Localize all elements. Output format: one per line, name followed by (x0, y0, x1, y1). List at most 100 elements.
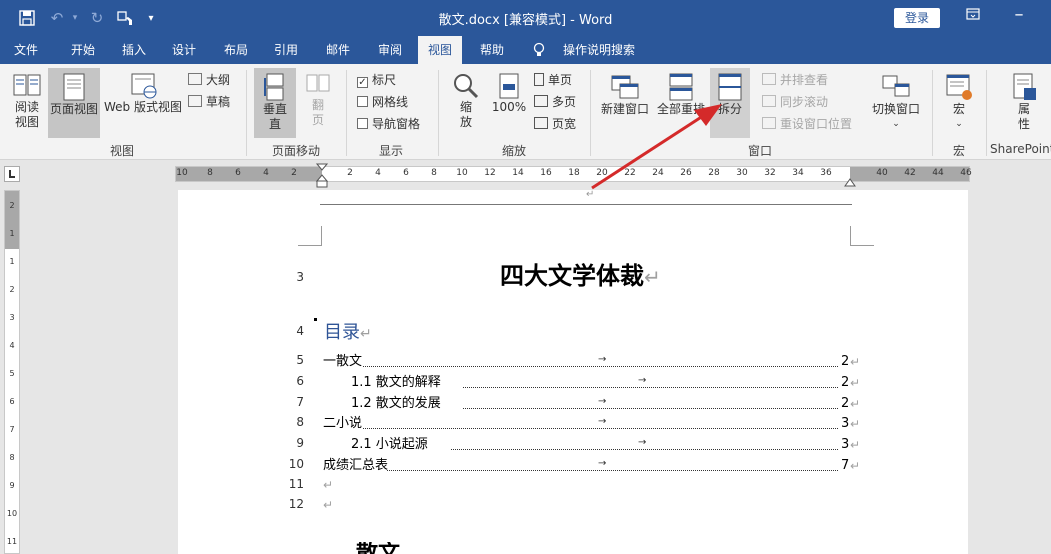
indent-markers[interactable] (315, 163, 329, 189)
zoom-100-button[interactable]: 100% (490, 72, 528, 115)
multiple-pages-button[interactable]: 多页 (534, 92, 576, 112)
vruler-tick-label: 7 (9, 425, 15, 434)
ruler-tick-label: 44 (932, 168, 944, 178)
separator (932, 70, 933, 156)
tab-home[interactable]: 开始 (62, 36, 104, 64)
tab-mailings[interactable]: 邮件 (318, 36, 358, 64)
separator (438, 70, 439, 156)
tab-references[interactable]: 引用 (266, 36, 306, 64)
toc-entry[interactable]: 1.2 散文的发展 (351, 394, 441, 414)
read-mode-button[interactable]: 阅读 视图 (8, 72, 46, 130)
tab-view[interactable]: 视图 (418, 36, 462, 64)
page-move-group-label: 页面移动 (271, 144, 320, 158)
return-mark: ↵ (850, 417, 861, 432)
vruler-tick-label: 9 (9, 481, 15, 490)
empty-paragraph: ↵ (323, 478, 334, 492)
ruler-tick-label: 30 (736, 168, 748, 178)
ruler-tick-label: 6 (403, 168, 409, 178)
paragraph-marker (314, 318, 317, 321)
side-to-side-button[interactable]: 翻 页 (300, 72, 336, 128)
navigation-pane-checkbox[interactable]: 导航窗格 (357, 114, 420, 134)
separator (346, 70, 347, 156)
separator (246, 70, 247, 156)
checkbox-checked-icon: ✓ (357, 77, 368, 88)
toc-page-number: 3 (841, 437, 850, 453)
ruler-tick-label: 10 (456, 168, 468, 178)
ribbon-display-options-icon[interactable] (962, 8, 984, 28)
line-number: 3 (296, 270, 304, 284)
ruler-tick-label: 6 (235, 168, 241, 178)
return-mark: ↵ (850, 438, 861, 453)
read-mode-icon (13, 74, 41, 96)
minimize-icon[interactable]: – (1008, 4, 1030, 25)
side-to-side-icon (306, 74, 330, 92)
chevron-down-icon: ⌄ (955, 119, 963, 129)
tab-selector-icon[interactable] (4, 166, 20, 182)
properties-button[interactable]: 属 性 (1004, 72, 1044, 132)
login-button[interactable]: 登录 (894, 8, 940, 28)
toc-page-number: 2 (841, 374, 850, 390)
page-width-button[interactable]: 页宽 (534, 114, 576, 134)
zoom-100-icon (499, 73, 519, 99)
toc-entry[interactable]: 二小说 (323, 414, 362, 434)
one-page-button[interactable]: 单页 (534, 70, 572, 90)
vertical-button[interactable]: 垂直 直 (254, 68, 296, 138)
toc-entry[interactable]: 2.1 小说起源 (351, 435, 428, 455)
ruler-tick-label: 14 (512, 168, 524, 178)
reset-position-icon (762, 117, 776, 129)
vruler-tick-label: 1 (9, 257, 15, 266)
macros-button[interactable]: 宏 ⌄ (940, 72, 978, 132)
synchronous-scrolling-button[interactable]: 同步滚动 (762, 92, 828, 112)
tab-review[interactable]: 审阅 (370, 36, 410, 64)
toc-entry[interactable]: 1.1 散文的解释 (351, 373, 441, 393)
header-line (320, 204, 852, 205)
gridlines-checkbox[interactable]: 网格线 (357, 92, 408, 112)
view-side-by-side-button[interactable]: 并排查看 (762, 70, 828, 90)
page-width-icon (534, 117, 548, 129)
margin-corner-right (850, 226, 874, 246)
return-mark: ↵ (850, 355, 861, 369)
reset-window-position-button[interactable]: 重设窗口位置 (762, 114, 852, 134)
document-title-heading: 四大文学体裁↵ (500, 262, 661, 290)
vertical-ruler[interactable]: 2 1 1 2 3 4 5 6 7 8 9 10 11 (4, 190, 20, 554)
line-number: 5 (296, 353, 304, 367)
tab-file[interactable]: 文件 (6, 36, 46, 64)
toc-page-number: 2 (841, 395, 850, 411)
ruler-tick-label: 40 (876, 168, 888, 178)
return-mark: ↵ (850, 459, 861, 473)
ruler-tick-label: 8 (431, 168, 437, 178)
draft-button[interactable]: 草稿 (188, 92, 230, 112)
ruler-checkbox[interactable]: ✓ 标尺 (357, 70, 396, 90)
toc-entry[interactable]: 成绩汇总表 (323, 456, 388, 476)
ruler-tick-label: 8 (207, 168, 213, 178)
right-indent-marker[interactable] (844, 172, 856, 187)
ruler-tick-label: 46 (960, 168, 972, 178)
vruler-tick-label: 11 (6, 537, 18, 546)
checkbox-icon (357, 118, 368, 129)
print-layout-button[interactable]: 页面视图 (48, 68, 100, 138)
switch-windows-button[interactable]: 切换窗口 ⌄ (868, 72, 924, 132)
tab-insert[interactable]: 插入 (114, 36, 154, 64)
ruler-tick-label: 32 (764, 168, 776, 178)
print-layout-icon (63, 73, 85, 101)
line-number: 12 (288, 497, 304, 511)
zoom-button[interactable]: 缩 放 (448, 72, 484, 130)
tab-layout[interactable]: 布局 (216, 36, 256, 64)
toc-leader-dots (463, 407, 838, 409)
title-bar: ↶ ▾ ↻ ▾ 散文.docx [兼容模式] - Word 登录 – (0, 0, 1051, 36)
toc-leader-dots (451, 449, 838, 451)
web-layout-button[interactable]: Web 版式视图 (102, 72, 184, 115)
toc-page-number: 2 (841, 354, 850, 369)
tab-design[interactable]: 设计 (164, 36, 204, 64)
outline-icon (188, 73, 202, 85)
outline-button[interactable]: 大纲 (188, 70, 230, 90)
tab-mark-icon: → (638, 437, 647, 449)
tell-me-search[interactable]: 操作说明搜索 (554, 36, 644, 64)
magnifier-icon (454, 74, 479, 99)
side-by-side-icon (762, 73, 776, 85)
ruler-tick-label: 16 (540, 168, 552, 178)
toc-entry[interactable]: 一散文 (323, 352, 362, 372)
views-group-label: 视图 (109, 144, 134, 158)
tab-help[interactable]: 帮助 (472, 36, 512, 64)
toc-heading: 目录↵ (324, 322, 372, 343)
